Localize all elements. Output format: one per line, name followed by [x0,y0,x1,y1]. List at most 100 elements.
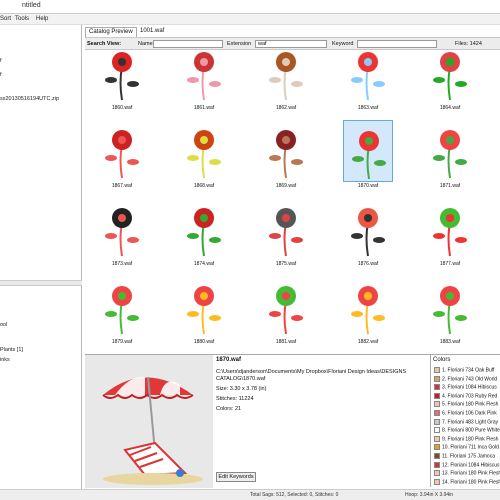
thumbnail-item[interactable]: 1870.waf [333,117,403,197]
thumbnail-label: 1880.waf [193,339,215,345]
tab-catalog-preview[interactable]: Catalog Preview [85,27,137,37]
color-swatch [434,410,440,416]
color-item[interactable]: 14. Floriani 180 Pink Flesh [434,478,500,487]
color-item[interactable]: 7. Floriani 483 Light Gray [434,418,498,427]
thumbnail-item[interactable]: 1879.waf [87,273,157,353]
design-preview [85,355,213,488]
thumbnail-grid: 1860.waf 1861.waf 1862.waf 1863.waf 1864.waf… [85,51,500,354]
design-thumbnail [97,51,147,104]
tree-item[interactable]: ool [0,322,7,328]
splitter[interactable] [0,280,82,286]
thumbnail-item[interactable]: 1873.waf [87,195,157,275]
design-thumbnail [97,120,147,182]
color-item[interactable]: 13. Floriani 180 Pink Flesh [434,470,500,478]
color-label: 5. Floriani 180 Pink Flesh [442,401,499,408]
color-label: 14. Floriani 180 Pink Flesh [442,479,500,486]
color-label: 13. Floriani 180 Pink Flesh [442,470,500,477]
detail-path: C:\Users\djanderson\Documents\My Dropbox… [216,369,407,382]
design-thumbnail [179,51,229,104]
left-panel: f f ss20130516194UTC.zip ool Plants [1] … [0,25,82,490]
umbrella-chair-image [102,376,203,485]
window-title: ntitled [22,2,41,9]
thumbnail-label: 1883.waf [439,339,461,345]
name-input[interactable] [153,40,223,48]
menu-sort[interactable]: Sort [0,16,11,22]
thumbnail-label: 1882.waf [357,339,379,345]
color-swatch [434,427,440,434]
tree-item[interactable]: inks [0,357,10,363]
design-thumbnail [261,51,311,104]
thumbnail-item[interactable]: 1883.waf [415,273,485,353]
tree-item[interactable]: ss20130516194UTC.zip [0,96,59,102]
color-item[interactable]: 5. Floriani 180 Pink Flesh [434,401,498,409]
thumbnail-item[interactable]: 1869.waf [251,117,321,197]
thumbnail-label: 1881.waf [275,339,297,345]
thumbnail-label: 1869.waf [275,183,297,189]
search-view-label: Search View: [87,41,122,47]
color-label: 12. Floriani 1084 Hibiscus [442,461,500,468]
thumbnail-item[interactable]: 1861.waf [169,51,239,119]
color-label: 1. Floriani 734 Oak Buff [442,367,495,374]
color-swatch [434,384,440,391]
design-thumbnail [179,276,229,338]
keyword-label: Keyword [332,41,354,47]
design-thumbnail [343,51,393,104]
color-item[interactable]: 12. Floriani 1084 Hibiscus [434,461,500,470]
detail-panel: 1870.waf C:\Users\djanderson\Documents\M… [85,354,430,488]
color-label: 9. Floriani 180 Pink Flesh [442,436,499,443]
thumbnail-item[interactable]: 1868.waf [169,117,239,197]
extension-label: Extension [227,41,252,47]
thumbnail-item[interactable]: 1876.waf [333,195,403,275]
color-item[interactable]: 10. Floriani 711 Inca Gold [434,444,499,452]
thumbnail-item[interactable]: 1860.waf [87,51,157,119]
thumbnail-label: 1873.waf [111,261,133,267]
design-thumbnail [425,120,475,182]
thumbnail-item[interactable]: 1863.waf [333,51,403,119]
thumbnail-item[interactable]: 1871.waf [415,117,485,197]
thumbnail-item[interactable]: 1862.waf [251,51,321,119]
menu-help[interactable]: Help [36,16,48,22]
tree-item[interactable]: f [0,58,2,64]
edit-keywords-button[interactable]: Edit Keywords [216,472,256,482]
menu-tools[interactable]: Tools [15,16,29,22]
color-label: 11. Floriani 175 Jamoca [442,453,495,460]
thumbnail-item[interactable]: 1867.waf [87,117,157,197]
menu-bar: Sort Tools Help [0,14,500,25]
thumbnail-label: 1879.waf [111,339,133,345]
search-bar: Search View: Name Extension waf Keyword … [85,37,500,50]
colors-panel: Colors 1. Floriani 734 Oak Buff 2. Floria… [430,354,500,487]
tree-item[interactable]: Plants [1] [0,347,23,353]
thumbnail-label: 1874.waf [193,261,215,267]
thumbnail-label: 1860.waf [111,105,133,111]
thumbnail-item[interactable]: 1875.waf [251,195,321,275]
keyword-input[interactable] [357,40,437,48]
thumbnail-item[interactable]: 1880.waf [169,273,239,353]
color-item[interactable]: 6. Floriani 106 Dark Pink [434,410,497,418]
color-label: 2. Floriani 743 Old World [442,375,498,382]
thumbnail-label: 1868.waf [193,183,215,189]
design-thumbnail [343,276,393,338]
thumbnail-item[interactable]: 1877.waf [415,195,485,275]
status-hoop: Hoop: 3.94in X 3.94in [405,492,454,498]
thumbnail-label: 1870.waf [357,183,379,189]
thumbnail-item[interactable]: 1864.waf [415,51,485,119]
extension-input[interactable]: waf [255,40,327,48]
color-item[interactable]: 9. Floriani 180 Pink Flesh [434,435,499,444]
color-item[interactable]: 2. Floriani 743 Old World [434,375,498,384]
color-item[interactable]: 11. Floriani 175 Jamoca [434,453,495,461]
color-item[interactable]: 4. Floriani 703 Ruby Red [434,392,497,401]
tree-item[interactable]: f [0,72,2,78]
color-item[interactable]: 1. Floriani 734 Oak Buff [434,367,494,375]
thumbnail-item[interactable]: 1882.waf [333,273,403,353]
color-item[interactable]: 8. Floriani 800 Pure White [434,427,500,435]
color-label: 3. Floriani 1084 Hibiscus [442,384,497,391]
detail-filename: 1870.waf [216,357,242,363]
detail-colors: Colors: 21 [216,406,242,412]
thumbnail-item[interactable]: 1874.waf [169,195,239,275]
thumbnail-item[interactable]: 1881.waf [251,273,321,353]
tab-1001-waf[interactable]: 1001.waf [137,27,167,37]
design-thumbnail [343,120,393,182]
color-swatch [434,461,440,468]
color-item[interactable]: 3. Floriani 1084 Hibiscus [434,384,497,392]
color-swatch [434,470,440,477]
